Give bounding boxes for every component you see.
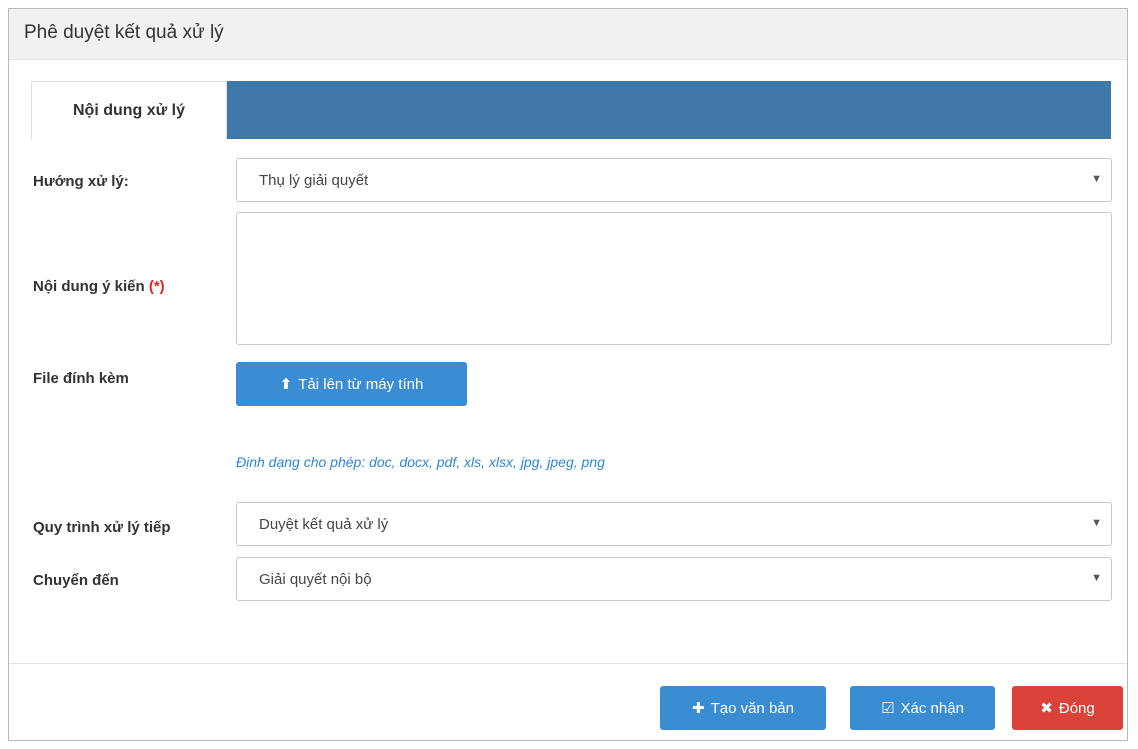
- chuyen-den-label: Chuyển đến: [33, 572, 119, 589]
- chuyen-den-select[interactable]: Giải quyết nội bộ ▼: [236, 557, 1112, 601]
- chevron-down-icon: ▼: [1091, 572, 1102, 584]
- close-icon: ✖: [1040, 700, 1053, 717]
- close-label: Đóng: [1058, 699, 1095, 717]
- dialog-header: Phê duyệt kết quả xử lý: [9, 9, 1127, 60]
- create-document-label: Tạo văn bản: [710, 699, 794, 717]
- noi-dung-y-kien-label: Nội dung ý kiến (*): [33, 278, 165, 295]
- file-dinh-kem-label: File đính kèm: [33, 370, 129, 387]
- dialog-title: Phê duyệt kết quả xử lý: [24, 22, 224, 43]
- huong-xu-ly-select[interactable]: Thụ lý giải quyết ▼: [236, 158, 1112, 202]
- noi-dung-y-kien-textarea[interactable]: [236, 212, 1112, 345]
- chevron-down-icon: ▼: [1091, 517, 1102, 529]
- quy-trinh-select[interactable]: Duyệt kết quả xử lý ▼: [236, 502, 1112, 546]
- huong-xu-ly-label: Hướng xử lý:: [33, 173, 129, 190]
- footer-divider: [9, 663, 1127, 664]
- required-mark: (*): [148, 278, 165, 295]
- upload-label: Tải lên từ máy tính: [298, 375, 424, 393]
- tab-label: Nội dung xử lý: [72, 101, 186, 119]
- close-button[interactable]: ✖ Đóng: [1012, 686, 1123, 730]
- tab-bar: Nội dung xử lý: [31, 81, 1111, 139]
- noi-dung-y-kien-text: Nội dung ý kiến: [33, 278, 149, 295]
- tab-noi-dung-xu-ly[interactable]: Nội dung xử lý: [31, 81, 227, 139]
- confirm-button[interactable]: ☑ Xác nhận: [850, 686, 995, 730]
- check-square-icon: ☑: [881, 700, 895, 717]
- approval-dialog: Phê duyệt kết quả xử lý Nội dung xử lý H…: [8, 8, 1128, 741]
- create-document-button[interactable]: ✚ Tạo văn bản: [660, 686, 826, 730]
- upload-button[interactable]: ⬆ Tải lên từ máy tính: [236, 362, 467, 406]
- chuyen-den-value: Giải quyết nội bộ: [259, 571, 372, 588]
- huong-xu-ly-value: Thụ lý giải quyết: [259, 172, 369, 189]
- upload-icon: ⬆: [279, 376, 293, 393]
- chevron-down-icon: ▼: [1091, 173, 1102, 185]
- allowed-formats-hint: Định dạng cho phép: doc, docx, pdf, xls,…: [236, 454, 605, 470]
- quy-trinh-value: Duyệt kết quả xử lý: [259, 516, 389, 533]
- quy-trinh-label: Quy trình xử lý tiếp: [33, 519, 171, 536]
- confirm-label: Xác nhận: [900, 699, 964, 717]
- plus-icon: ✚: [692, 700, 705, 717]
